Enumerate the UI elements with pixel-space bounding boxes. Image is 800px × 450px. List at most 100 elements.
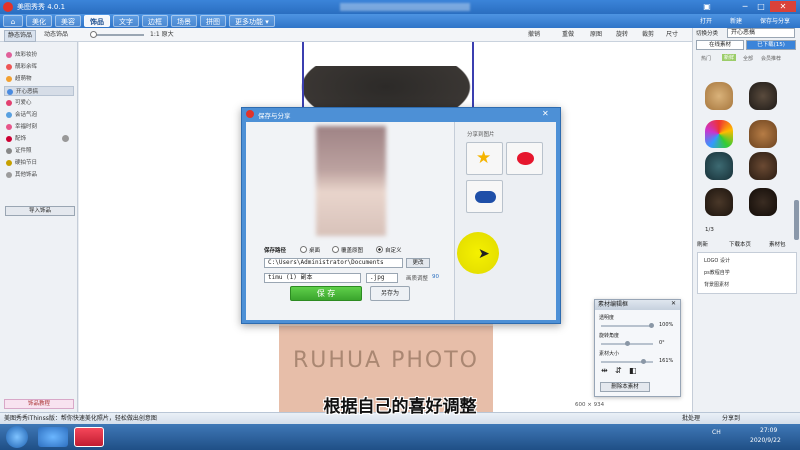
zoom-slider[interactable] [92, 34, 144, 36]
quality-label: 画质调整 [406, 276, 429, 282]
refresh-button[interactable]: 刷新 [697, 240, 708, 248]
subtab-hot[interactable]: 热门 [701, 55, 711, 62]
taskbar-meitu-icon[interactable] [74, 427, 104, 447]
sidebar-item[interactable]: 硬拍节日 [4, 158, 74, 168]
save-button[interactable]: 保 存 [290, 286, 362, 301]
tab-scene[interactable]: 场景 [171, 15, 197, 27]
sidebar-item[interactable]: 可爱心 [4, 98, 74, 108]
import-decoration-button[interactable]: 导入饰品 [5, 206, 75, 216]
redo-button[interactable]: 重做 [562, 30, 574, 40]
tab-beautify[interactable]: 美化 [26, 15, 52, 27]
material-thumb[interactable] [749, 152, 777, 180]
material-pack-button[interactable]: 素材包 [769, 240, 786, 248]
new-button[interactable]: 新建 [730, 16, 742, 27]
link-item[interactable]: 背景图素材 [704, 281, 729, 288]
tab-decoration[interactable]: 饰品 [84, 15, 110, 27]
sidebar-item[interactable]: 靓彩余晖 [4, 62, 74, 72]
link-box: LOGO 设计 ps教程自学 背景图素材 [697, 252, 797, 294]
start-button-icon[interactable] [6, 426, 28, 448]
dynamic-decoration-tab[interactable]: 动态饰品 [44, 30, 68, 40]
size-slider[interactable] [601, 359, 653, 364]
undo-button[interactable]: 撤销 [528, 30, 540, 40]
sidebar-item[interactable]: 证件照 [4, 146, 74, 156]
zoom-slider-knob[interactable] [90, 31, 97, 38]
sidebar-item[interactable]: 炫彩妆扮 [4, 50, 74, 60]
format-select[interactable]: .jpg [366, 273, 398, 283]
radio-desktop[interactable] [300, 246, 307, 253]
original-button[interactable]: 原图 [590, 30, 602, 40]
zoom-readout[interactable]: 1:1 原大 [150, 30, 174, 40]
material-thumb[interactable] [749, 120, 777, 148]
link-item[interactable]: ps教程自学 [704, 269, 730, 276]
settings-icon[interactable] [62, 135, 69, 142]
sidebar-item-selected[interactable]: 开心恶搞 [4, 86, 74, 96]
flip-horizontal-icon[interactable]: ⇹ [601, 366, 608, 375]
flip-vertical-icon[interactable]: ⇵ [615, 366, 622, 375]
save-share-button[interactable]: 保存与分享 [760, 16, 790, 27]
sidebar-item-label: 幸福时刻 [15, 124, 38, 130]
minimize-button[interactable]: ─ [738, 1, 752, 12]
material-thumb[interactable] [705, 82, 733, 110]
slider-knob[interactable] [641, 359, 646, 364]
delete-material-button[interactable]: 删除本素材 [600, 382, 650, 392]
quality-value[interactable]: 90 [432, 274, 439, 280]
scrollbar-thumb[interactable] [794, 200, 799, 240]
tab-frame[interactable]: 边框 [142, 15, 168, 27]
share-weibo-button[interactable] [506, 142, 543, 175]
sidebar-item-label: 开心恶搞 [16, 89, 39, 95]
tab-downloaded[interactable]: 已下载(15) [746, 40, 796, 50]
opacity-value: 100% [659, 322, 674, 328]
maximize-button[interactable]: □ [754, 1, 768, 12]
layer-icon[interactable]: ◧ [629, 366, 637, 375]
link-item[interactable]: LOGO 设计 [704, 257, 730, 264]
subtab-new[interactable]: 新鲜 [722, 54, 737, 61]
category-icon [6, 52, 12, 58]
save-as-button[interactable]: 另存为 [370, 286, 410, 301]
open-button[interactable]: 打开 [700, 16, 712, 27]
tab-text[interactable]: 文字 [113, 15, 139, 27]
language-indicator[interactable]: CH [712, 429, 721, 436]
decoration-tutorial-button[interactable]: 饰品教程 [4, 399, 74, 409]
tab-more[interactable]: 更多功能 ▾ [229, 15, 275, 27]
static-decoration-tab[interactable]: 静态饰品 [4, 30, 37, 42]
subtab-vip[interactable]: 会员推荐 [761, 55, 781, 62]
home-icon[interactable]: ⌂ [3, 15, 23, 27]
share-to-button[interactable]: 分享到 [722, 413, 740, 424]
tab-cosmetic[interactable]: 美容 [55, 15, 81, 27]
subtab-all[interactable]: 全部 [743, 55, 753, 62]
material-thumb[interactable] [749, 188, 777, 216]
dialog-close-icon[interactable]: ✕ [542, 109, 549, 118]
filename-field[interactable]: timu (1) 副本 [264, 273, 361, 283]
material-edit-close-icon[interactable]: ✕ [671, 300, 676, 307]
material-thumb[interactable] [705, 188, 733, 216]
taskbar-browser-icon[interactable] [38, 427, 68, 447]
close-button[interactable]: ✕ [770, 1, 796, 12]
tab-online-material[interactable]: 在线素材 [696, 40, 744, 50]
sidebar-item[interactable]: 其他饰品 [4, 170, 74, 180]
material-thumb[interactable] [705, 152, 733, 180]
sidebar-item[interactable]: 会话气泡 [4, 110, 74, 120]
radio-custom[interactable] [376, 246, 383, 253]
batch-button[interactable]: 批处理 [682, 413, 700, 424]
category-select[interactable]: 开心恶搞 [727, 28, 795, 38]
material-panel: 切换分类 开心恶搞 在线素材 已下载(15) 热门 新鲜 全部 会员推荐 1/3… [692, 28, 800, 412]
opacity-slider[interactable] [601, 323, 654, 328]
slider-knob[interactable] [649, 323, 654, 328]
skin-icon[interactable]: ▣ [700, 1, 714, 12]
share-qzone-button[interactable]: ★ [466, 142, 503, 175]
sidebar-item[interactable]: 超萌物 [4, 74, 74, 84]
rotate-button[interactable]: 旋转 [616, 30, 628, 40]
resize-button[interactable]: 尺寸 [666, 30, 678, 40]
sidebar-item[interactable]: 幸福时刻 [4, 122, 74, 132]
material-thumb[interactable] [749, 82, 777, 110]
download-page-button[interactable]: 下载本页 [729, 240, 751, 248]
crop-button[interactable]: 裁剪 [642, 30, 654, 40]
share-renren-button[interactable] [466, 180, 503, 213]
rotate-slider[interactable] [601, 341, 653, 346]
slider-knob[interactable] [625, 341, 630, 346]
browse-button[interactable]: 更改 [406, 258, 430, 268]
radio-overwrite[interactable] [332, 246, 339, 253]
material-thumb[interactable] [705, 120, 733, 148]
tab-collage[interactable]: 拼图 [200, 15, 226, 27]
save-path-field[interactable]: C:\Users\Administrator\Documents [264, 258, 403, 268]
